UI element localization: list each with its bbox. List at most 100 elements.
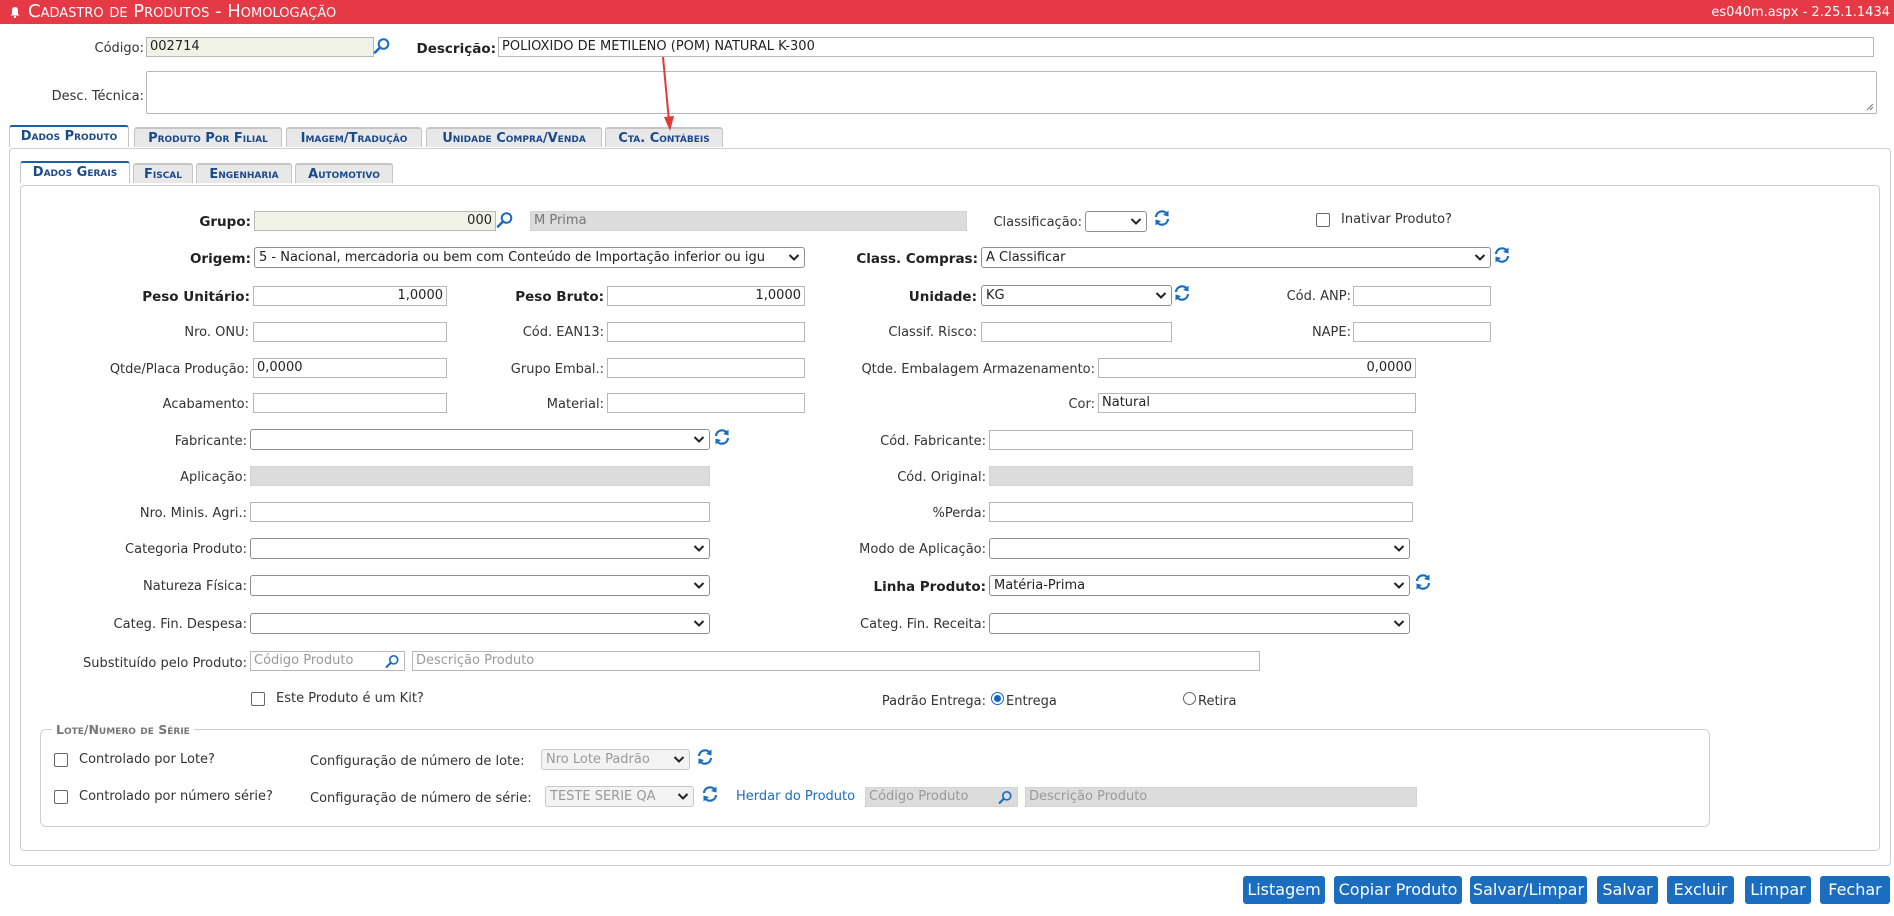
salvar-limpar-button[interactable]: Salvar/Limpar xyxy=(1470,876,1587,904)
cod-fabricante-label: Cód. Fabricante: xyxy=(880,434,986,449)
unidade-select[interactable]: KG xyxy=(981,285,1172,306)
kit-checkbox[interactable] xyxy=(251,692,265,706)
cod-anp-label: Cód. ANP: xyxy=(1286,289,1351,304)
tab-produto-por-filial[interactable]: Produto Por Filial xyxy=(134,127,282,147)
entrega-radio[interactable] xyxy=(991,692,1004,705)
refresh-icon[interactable] xyxy=(1173,284,1191,302)
resize-handle-icon[interactable] xyxy=(1866,103,1874,111)
origem-label: Origem: xyxy=(189,251,251,267)
descricao-input[interactable]: POLIOXIDO DE METILENO (POM) NATURAL K-30… xyxy=(498,37,1874,57)
retira-radio[interactable] xyxy=(1183,692,1196,705)
fabricante-label: Fabricante: xyxy=(174,434,247,449)
refresh-icon[interactable] xyxy=(713,428,731,446)
cod-anp-input[interactable] xyxy=(1353,286,1491,306)
categ-fin-despesa-select[interactable] xyxy=(250,613,710,634)
material-label: Material: xyxy=(546,397,604,412)
classificacao-label: Classificação: xyxy=(993,215,1082,230)
config-serie-select[interactable]: TESTE SERIE QA xyxy=(545,786,694,807)
tab-automotivo[interactable]: Automotivo xyxy=(295,163,393,183)
refresh-icon[interactable] xyxy=(1493,246,1511,264)
tab-unidade-compra-venda[interactable]: Unidade Compra/Venda xyxy=(426,127,602,147)
acabamento-input[interactable] xyxy=(253,393,447,413)
linha-produto-select[interactable]: Matéria-Prima xyxy=(989,575,1410,596)
tab-engenharia[interactable]: Engenharia xyxy=(196,163,292,183)
qtde-embalagem-input[interactable]: 0,0000 xyxy=(1098,358,1416,378)
refresh-icon[interactable] xyxy=(1153,209,1171,227)
categoria-produto-label: Categoria Produto: xyxy=(125,542,247,557)
chevron-down-icon xyxy=(693,619,705,628)
search-icon[interactable] xyxy=(998,790,1013,805)
chevron-down-icon xyxy=(788,253,800,262)
salvar-button[interactable]: Salvar xyxy=(1597,876,1658,904)
substituto-descricao-input[interactable]: Descrição Produto xyxy=(412,651,1260,671)
peso-bruto-input[interactable]: 1,0000 xyxy=(607,286,805,306)
refresh-icon[interactable] xyxy=(1414,573,1432,591)
tab-dados-produto[interactable]: Dados Produto xyxy=(9,125,129,147)
controlado-serie-checkbox[interactable] xyxy=(54,790,68,804)
class-compras-select[interactable]: A Classificar xyxy=(981,247,1491,268)
chevron-down-icon xyxy=(1393,619,1405,628)
class-compras-value: A Classificar xyxy=(986,250,1066,265)
linha-produto-label: Linha Produto: xyxy=(873,579,987,595)
cod-ean13-input[interactable] xyxy=(607,322,805,342)
copiar-produto-button[interactable]: Copiar Produto xyxy=(1334,876,1462,904)
chevron-down-icon xyxy=(693,544,705,553)
desc-tecnica-textarea[interactable] xyxy=(146,71,1877,114)
qtde-placa-producao-input[interactable]: 0,0000 xyxy=(253,358,447,378)
inativar-produto-checkbox[interactable] xyxy=(1316,213,1330,227)
categoria-produto-select[interactable] xyxy=(250,538,710,559)
origem-select[interactable]: 5 - Nacional, mercadoria ou bem com Cont… xyxy=(254,247,805,268)
search-icon[interactable] xyxy=(385,654,400,669)
controlado-lote-label: Controlado por Lote? xyxy=(79,752,215,767)
limpar-button[interactable]: Limpar xyxy=(1745,876,1811,904)
herdar-descricao-input[interactable]: Descrição Produto xyxy=(1025,787,1417,807)
classif-risco-input[interactable] xyxy=(981,322,1172,342)
chevron-down-icon xyxy=(693,435,705,444)
excluir-button[interactable]: Excluir xyxy=(1667,876,1734,904)
tab-fiscal[interactable]: Fiscal xyxy=(133,163,193,183)
peso-bruto-label: Peso Bruto: xyxy=(515,289,604,305)
nape-input[interactable] xyxy=(1353,322,1491,342)
nro-onu-label: Nro. ONU: xyxy=(184,325,249,340)
acabamento-label: Acabamento: xyxy=(162,397,249,412)
refresh-icon[interactable] xyxy=(701,785,719,803)
search-icon[interactable] xyxy=(496,211,514,229)
config-lote-value: Nro Lote Padrão xyxy=(546,752,650,767)
grupo-description: M Prima xyxy=(530,211,967,231)
nro-minis-agri-input[interactable] xyxy=(250,502,710,522)
herdar-codigo-input[interactable]: Código Produto xyxy=(865,787,1018,807)
codigo-input[interactable]: 002714 xyxy=(146,37,374,57)
modo-aplicacao-label: Modo de Aplicação: xyxy=(859,542,986,557)
modo-aplicacao-select[interactable] xyxy=(989,538,1410,559)
herdar-produto-link[interactable]: Herdar do Produto xyxy=(736,789,855,804)
nro-onu-input[interactable] xyxy=(253,322,447,342)
aplicacao-input xyxy=(250,466,710,486)
chevron-down-icon xyxy=(677,792,689,801)
material-input[interactable] xyxy=(607,393,805,413)
natureza-fisica-select[interactable] xyxy=(250,575,710,596)
cod-fabricante-input[interactable] xyxy=(989,430,1413,450)
controlado-lote-checkbox[interactable] xyxy=(54,753,68,767)
classif-risco-label: Classif. Risco: xyxy=(888,325,977,340)
categ-fin-receita-label: Categ. Fin. Receita: xyxy=(860,617,986,632)
cor-input[interactable]: Natural xyxy=(1098,393,1416,413)
tab-dados-gerais[interactable]: Dados Gerais xyxy=(20,161,130,183)
substituto-codigo-input[interactable]: Código Produto xyxy=(250,651,405,671)
categ-fin-receita-select[interactable] xyxy=(989,613,1410,634)
descricao-label: Descrição: xyxy=(416,41,496,57)
config-lote-select[interactable]: Nro Lote Padrão xyxy=(541,749,690,770)
fabricante-select[interactable] xyxy=(250,429,710,450)
inativar-produto-label: Inativar Produto? xyxy=(1341,212,1452,227)
cod-original-label: Cód. Original: xyxy=(897,470,986,485)
search-icon[interactable] xyxy=(373,37,391,55)
refresh-icon[interactable] xyxy=(696,748,714,766)
grupo-input[interactable]: 000 xyxy=(254,211,496,231)
perda-input[interactable] xyxy=(989,502,1413,522)
tab-imagem-traducao[interactable]: Imagem/Tradução xyxy=(286,127,422,147)
classificacao-select[interactable] xyxy=(1085,211,1147,232)
fechar-button[interactable]: Fechar xyxy=(1820,876,1890,904)
listagem-button[interactable]: Listagem xyxy=(1243,876,1325,904)
grupo-embal-input[interactable] xyxy=(607,358,805,378)
title-bar: Cadastro de Produtos - Homologação es040… xyxy=(0,0,1894,24)
peso-unitario-input[interactable]: 1,0000 xyxy=(253,286,447,306)
